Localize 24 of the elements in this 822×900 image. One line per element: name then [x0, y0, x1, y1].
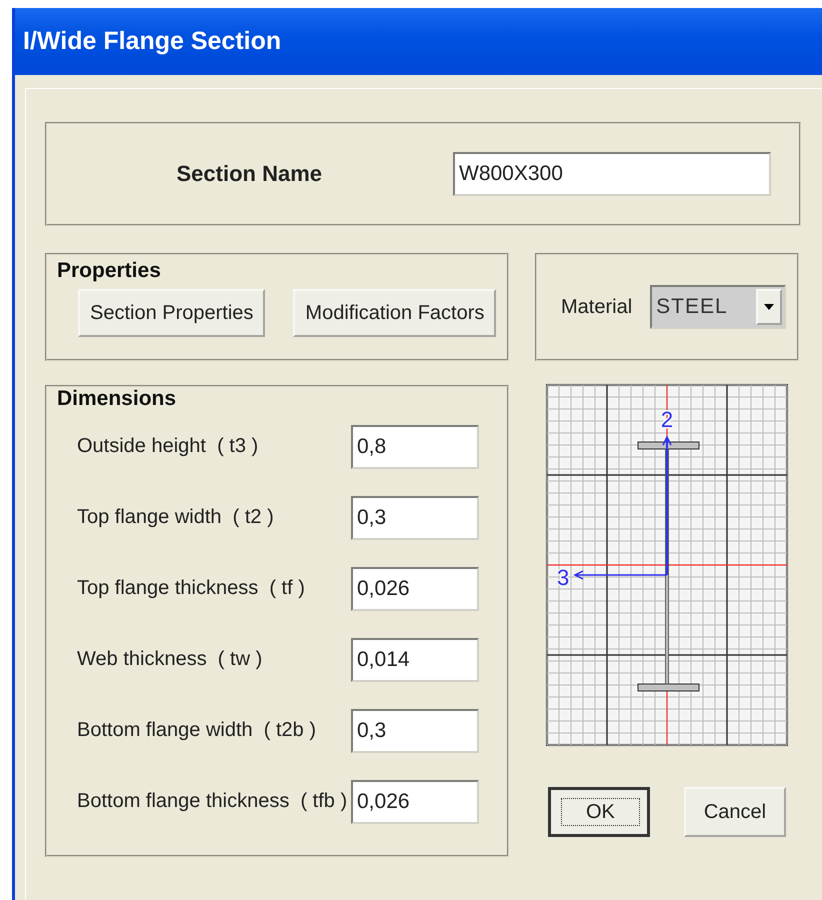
dimension-label: Bottom flange thickness ( tfb ): [77, 790, 348, 813]
dimension-field[interactable]: 0,026: [351, 780, 479, 824]
group-title: Dimensions: [57, 387, 178, 411]
dimension-field[interactable]: 0,026: [351, 566, 479, 610]
dimension-field[interactable]: 0,3: [351, 708, 479, 752]
section-name-label: Section Name: [176, 161, 322, 187]
group-title: Properties: [57, 259, 162, 283]
section-name-field[interactable]: W800X300: [453, 152, 771, 196]
dimension-label: Web thickness ( tw ): [77, 648, 262, 671]
dimension-label: Bottom flange width ( t2b ): [77, 719, 316, 742]
ok-button[interactable]: OK: [548, 787, 650, 837]
properties-button[interactable]: Section Properties: [78, 289, 266, 337]
axis-label: 3: [557, 565, 570, 590]
window-title: I/Wide Flange Section: [23, 27, 282, 56]
properties-button[interactable]: Modification Factors: [293, 289, 496, 337]
dimension-field[interactable]: 0,8: [351, 424, 479, 468]
dimension-field[interactable]: 0,3: [351, 496, 479, 540]
cancel-button[interactable]: Cancel: [684, 787, 786, 837]
dimension-label: Top flange thickness ( tf ): [77, 577, 305, 600]
dimension-field[interactable]: 0,014: [351, 638, 479, 682]
dimension-label: Top flange width ( t2 ): [77, 506, 274, 529]
dropdown-arrow-icon: [764, 304, 774, 310]
material-label: Material: [561, 296, 632, 318]
dimension-label: Outside height ( t3 ): [77, 435, 258, 458]
